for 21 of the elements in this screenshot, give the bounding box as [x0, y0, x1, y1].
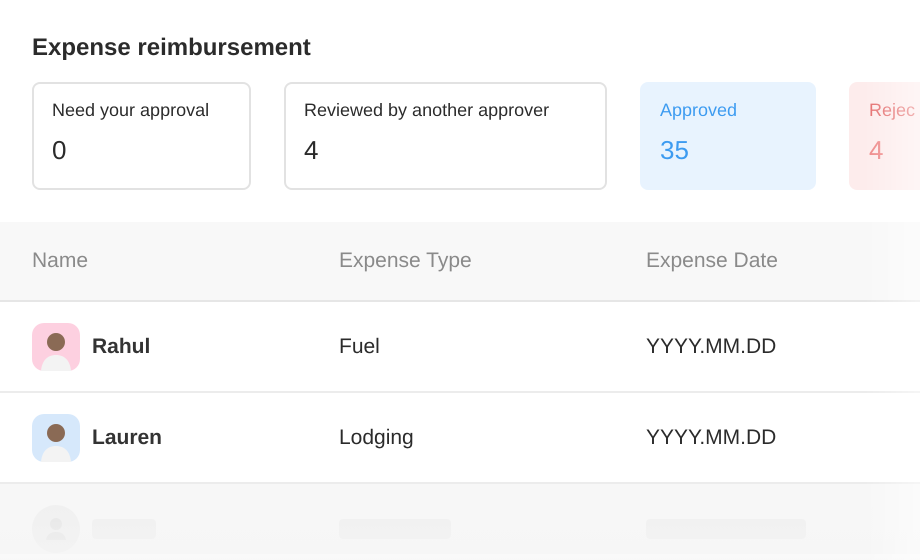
column-header: Expense Type: [339, 249, 472, 273]
stat-card[interactable]: Reviewed by another approver 4: [284, 82, 607, 190]
stat-value: 4: [304, 135, 318, 166]
table-cell: YYYY.MM.DD: [646, 426, 776, 450]
table-cell: YYYY.MM.DD: [646, 334, 776, 358]
stat-value: 35: [660, 135, 689, 166]
table-cell: Fuel: [339, 334, 380, 358]
column-header: Name: [32, 249, 88, 273]
stat-card[interactable]: Need your approval 0: [32, 82, 251, 190]
column-header: Expense Date: [646, 249, 778, 273]
stat-label: Reviewed by another approver: [304, 100, 550, 121]
table-cell: Lodging: [339, 426, 414, 450]
stat-value: 0: [52, 135, 66, 166]
stat-value: 4: [869, 135, 884, 166]
stat-label: Approved: [660, 100, 738, 121]
employee-name: Rahul: [92, 334, 150, 358]
table-row[interactable]: Rahul Fuel YYYY.MM.DD: [0, 302, 920, 393]
stat-label: Rejec: [869, 100, 916, 121]
stat-label: Need your approval: [52, 100, 210, 121]
page-title: Expense reimbursement: [31, 33, 312, 63]
employee-name: Lauren: [92, 426, 162, 450]
